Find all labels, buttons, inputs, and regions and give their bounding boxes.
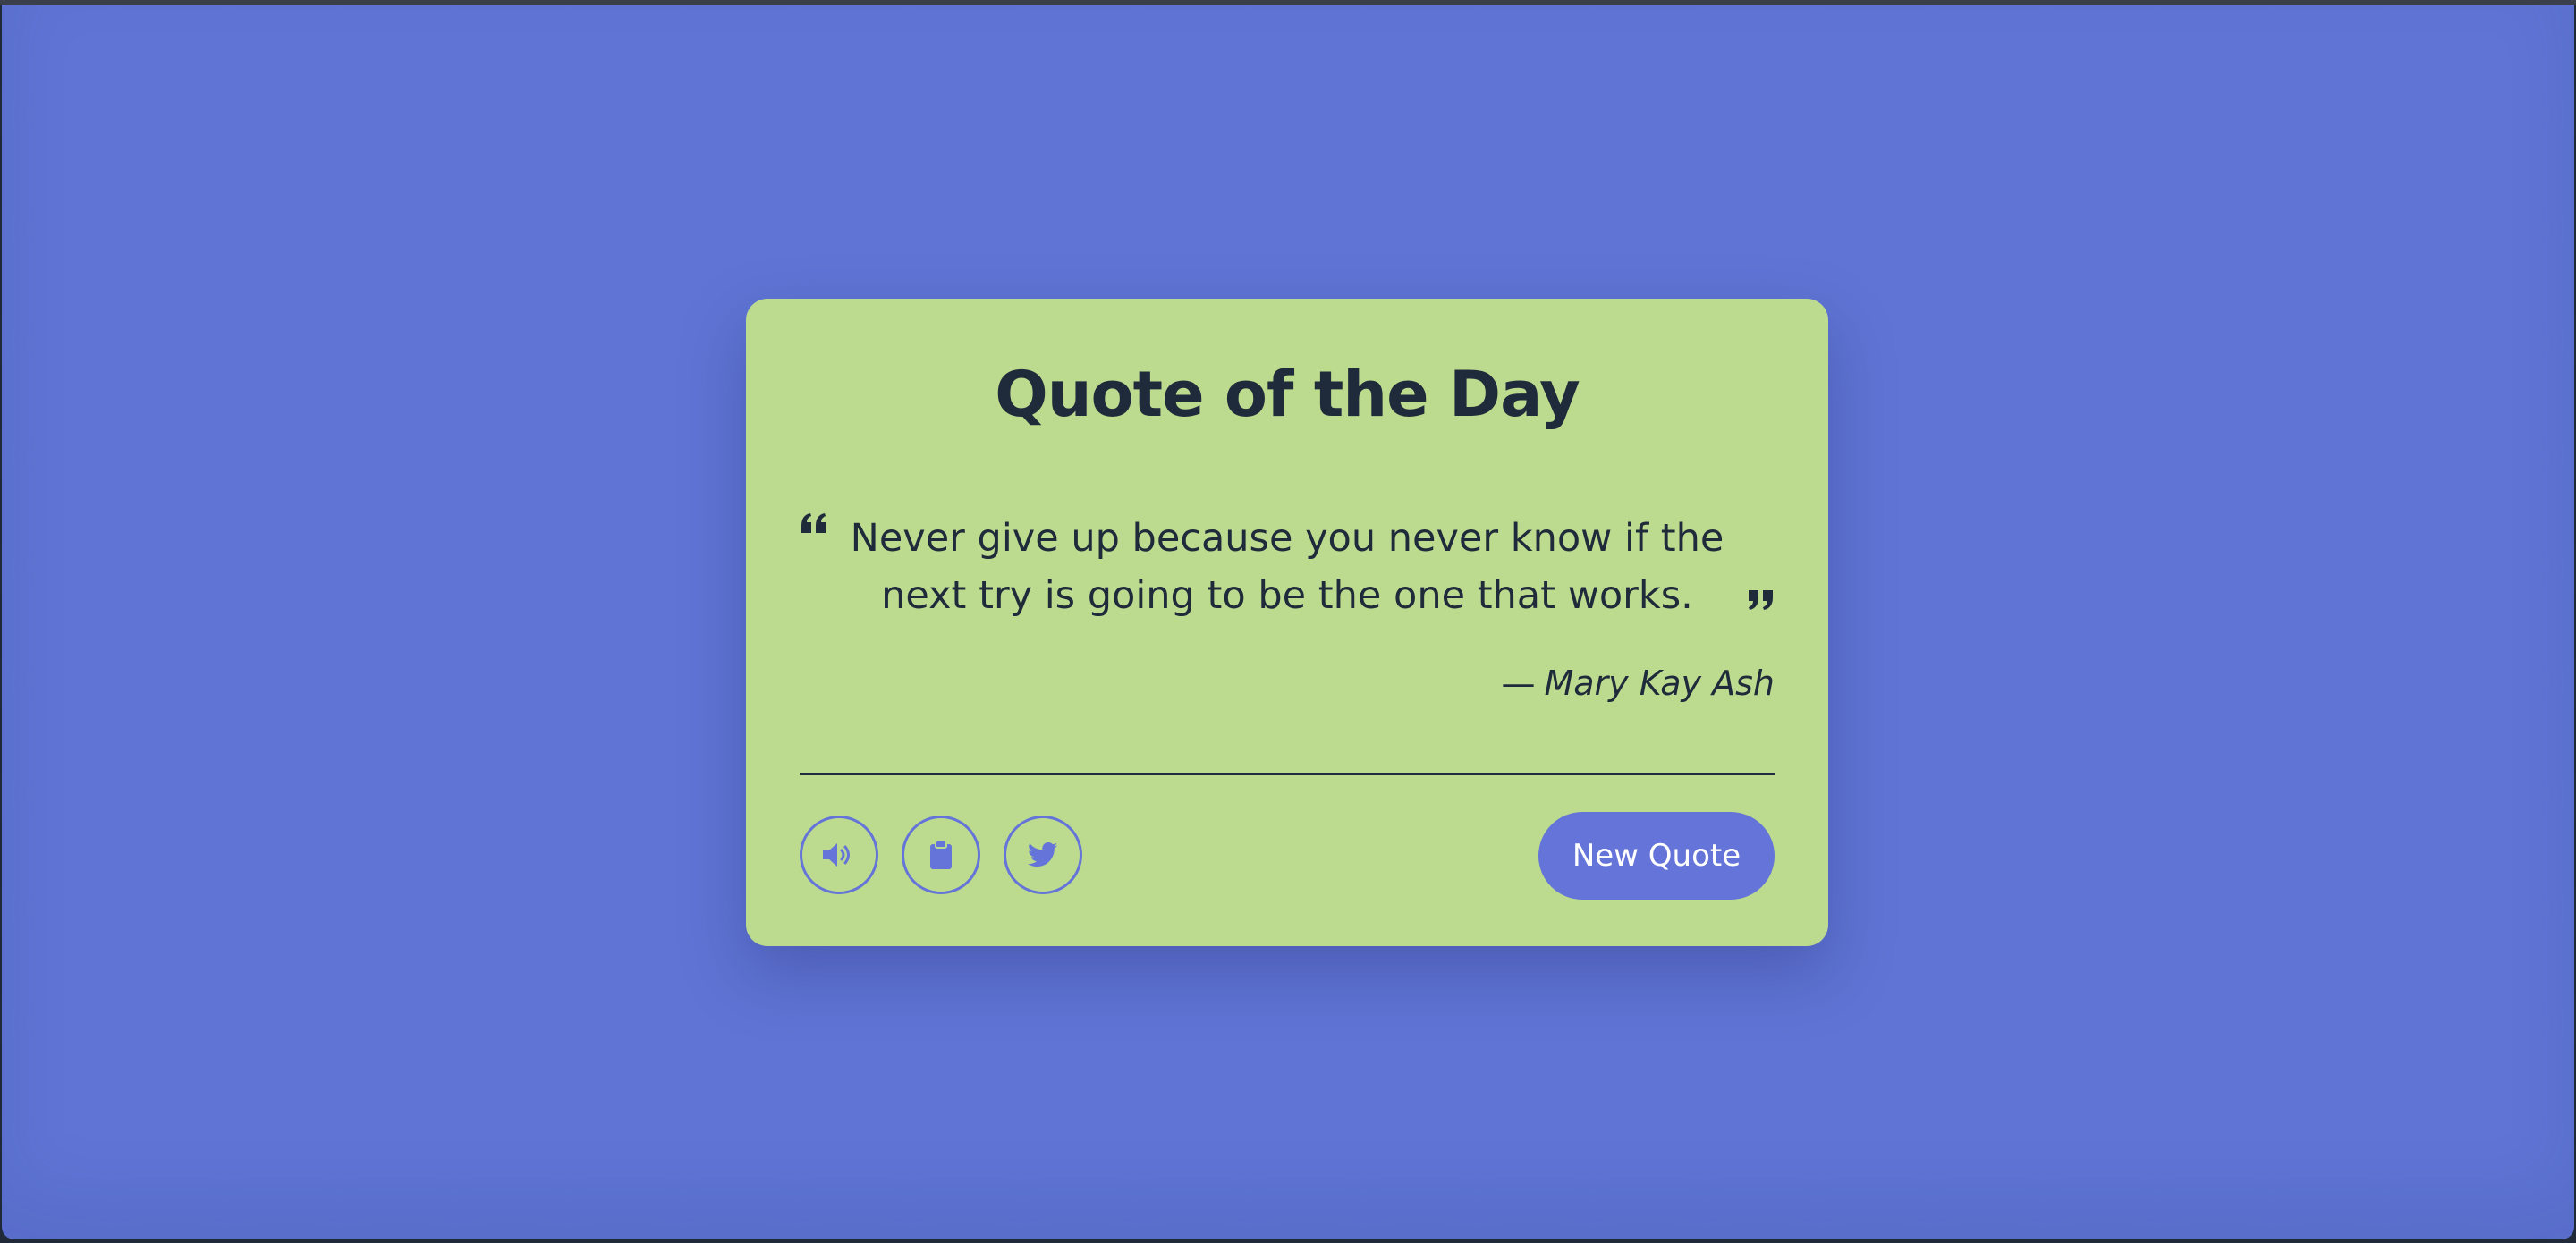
twitter-icon [1028,841,1058,868]
quote-area: Never give up because you never know if … [800,510,1775,662]
quote-card: Quote of the Day Never give up because y… [746,299,1828,946]
twitter-button[interactable] [1004,816,1082,894]
new-quote-button[interactable]: New Quote [1538,812,1775,900]
card-title: Quote of the Day [995,358,1580,431]
quote-text: Never give up because you never know if … [850,516,1724,618]
clipboard-icon [928,840,953,870]
quote-left-icon [800,510,828,538]
speech-button[interactable] [800,816,878,894]
copy-button[interactable] [902,816,980,894]
quote-right-icon [1746,585,1775,613]
author: — Mary Kay Ash [1501,664,1775,703]
author-name: Mary Kay Ash [1544,664,1775,703]
author-dash: — [1501,664,1536,703]
divider [800,773,1775,775]
volume-icon [821,841,857,869]
